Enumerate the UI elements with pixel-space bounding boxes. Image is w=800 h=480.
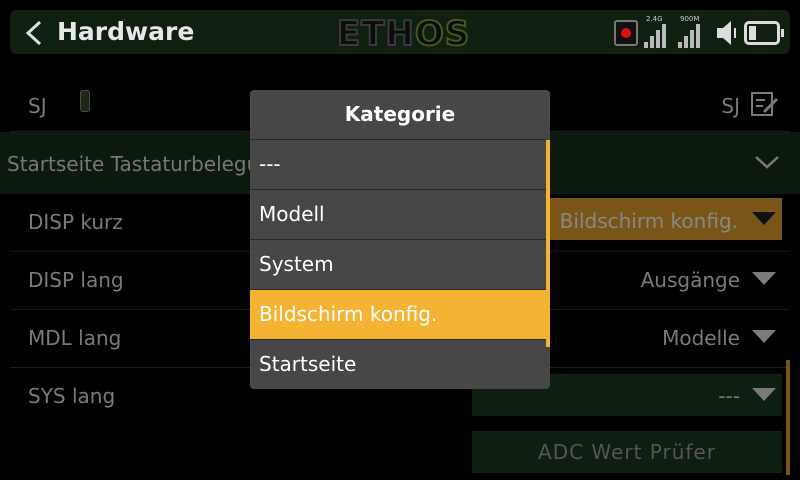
ethos-logo: ETHOS <box>336 13 471 55</box>
dropdown-arrow-icon <box>752 212 776 225</box>
mdl-lang-label: MDL lang <box>28 326 122 350</box>
dialog-scrollbar[interactable] <box>546 140 550 347</box>
dialog-title: Kategorie <box>344 102 456 126</box>
battery-icon <box>744 21 784 45</box>
chevron-down-icon[interactable] <box>754 154 780 170</box>
sj-label: SJ <box>28 94 47 118</box>
dropdown-arrow-icon <box>752 388 776 401</box>
dialog-option-system[interactable]: System <box>250 239 546 289</box>
switch-icon <box>80 90 90 112</box>
disp-kurz-value: Bildschirm konfig. <box>559 209 738 233</box>
dialog-option-modell[interactable]: Modell <box>250 189 546 239</box>
disp-kurz-dropdown[interactable]: Bildschirm konfig. <box>550 198 782 240</box>
page-scrollbar[interactable] <box>786 360 790 475</box>
sys-lang-value: --- <box>718 384 740 408</box>
dropdown-arrow-icon <box>752 272 776 285</box>
sys-lang-label: SYS lang <box>28 384 116 408</box>
dialog-option-bildschirm-konfig[interactable]: Bildschirm konfig. <box>250 289 546 339</box>
record-icon <box>614 20 638 46</box>
disp-lang-value: Ausgänge <box>640 268 740 292</box>
dropdown-arrow-icon <box>752 330 776 343</box>
volume-icon <box>717 21 736 45</box>
disp-lang-label: DISP lang <box>28 268 124 292</box>
edit-icon[interactable] <box>750 90 780 118</box>
disp-kurz-label: DISP kurz <box>28 210 123 234</box>
section-label: Startseite Tastaturbelegung <box>7 152 285 176</box>
sj-value: SJ <box>721 94 740 118</box>
page-title: Hardware <box>57 17 195 46</box>
dialog-option-startseite[interactable]: Startseite <box>250 339 546 389</box>
adc-check-button[interactable]: ADC Wert Prüfer <box>472 431 782 473</box>
header-bar: Hardware ETHOS 2.4G 900M <box>0 0 800 66</box>
category-dialog: Kategorie --- Modell System Bildschirm k… <box>250 90 550 389</box>
signal-2g4-icon: 2.4G <box>642 15 670 48</box>
dialog-option-none[interactable]: --- <box>250 139 546 189</box>
mdl-lang-value: Modelle <box>662 326 740 350</box>
signal-900m-icon: 900M <box>676 15 708 48</box>
back-arrow-icon[interactable] <box>22 19 48 47</box>
